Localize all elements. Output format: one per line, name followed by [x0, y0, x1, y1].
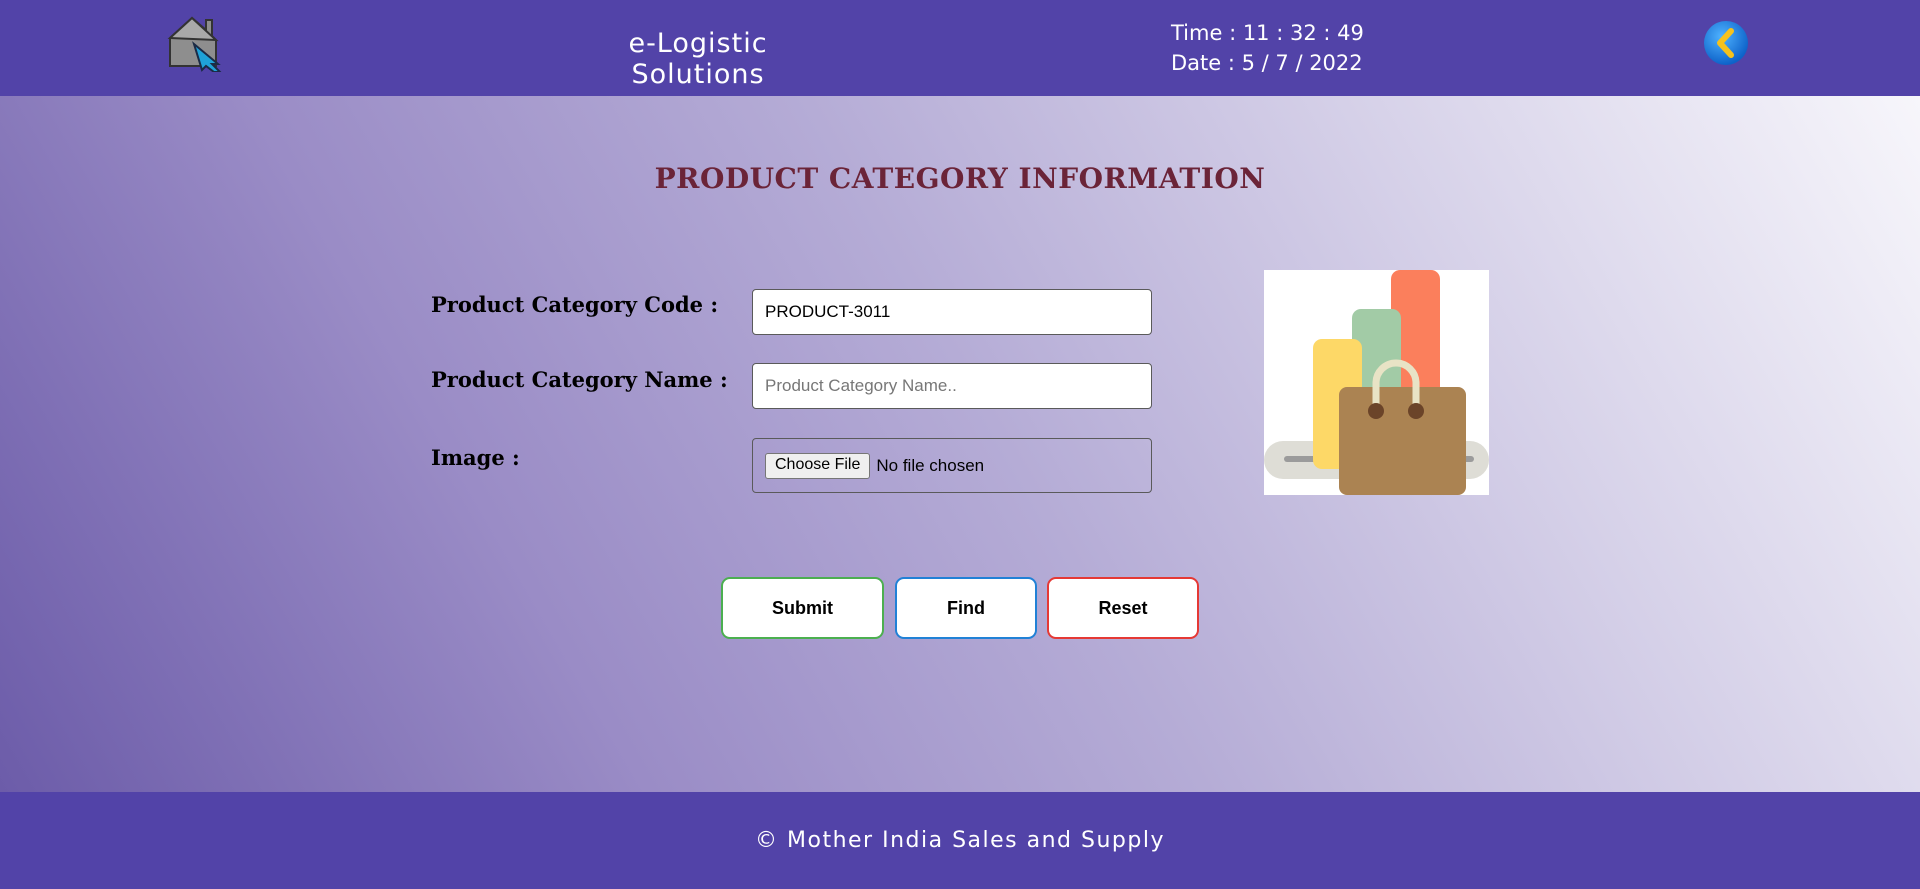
shopping-bag-chart-illustration	[1264, 270, 1489, 495]
page-title: PRODUCT CATEGORY INFORMATION	[654, 162, 1266, 195]
date-label: Date : 5 / 7 / 2022	[1171, 51, 1363, 75]
app-title: e-Logistic Solutions	[628, 28, 768, 90]
category-name-label: Product Category Name :	[431, 367, 728, 392]
footer-copyright: © Mother India Sales and Supply	[755, 828, 1165, 853]
category-code-label: Product Category Code :	[431, 292, 719, 317]
top-header-bar: e-Logistic Solutions Time : 11 : 32 : 49…	[0, 0, 1920, 96]
image-label: Image :	[431, 445, 520, 470]
home-icon[interactable]	[166, 14, 228, 72]
choose-file-button[interactable]: Choose File	[765, 452, 871, 479]
main-content: PRODUCT CATEGORY INFORMATION Product Cat…	[0, 96, 1920, 792]
footer-bar: © Mother India Sales and Supply	[0, 792, 1920, 889]
reset-button[interactable]: Reset	[1047, 577, 1199, 639]
file-status-text: No file chosen	[876, 455, 985, 475]
image-file-field[interactable]: Choose File No file chosen	[752, 438, 1152, 493]
find-button[interactable]: Find	[895, 577, 1037, 639]
submit-button[interactable]: Submit	[721, 577, 884, 639]
category-name-input[interactable]	[752, 363, 1152, 409]
back-arrow-icon[interactable]	[1703, 20, 1749, 66]
date-time-display: Time : 11 : 32 : 49 Date : 5 / 7 / 2022	[1171, 18, 1364, 78]
category-code-input[interactable]	[752, 289, 1152, 335]
time-label: Time : 11 : 32 : 49	[1171, 21, 1364, 45]
